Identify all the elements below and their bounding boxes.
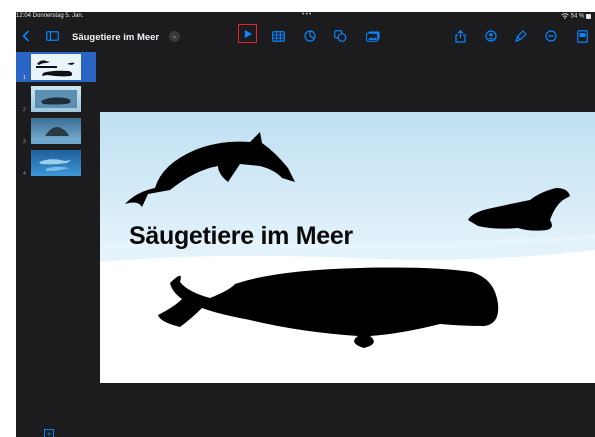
slide-number: 2 <box>23 107 26 113</box>
slide-number: 4 <box>23 171 26 177</box>
chart-icon[interactable] <box>302 26 318 46</box>
slide-navigator: 1 2 3 4 + <box>16 50 96 437</box>
whale-photo-thumb <box>31 86 81 112</box>
slide-thumbnail-3[interactable]: 3 <box>16 116 96 146</box>
slide-title[interactable]: Säugetiere im Meer <box>129 222 353 251</box>
play-icon <box>244 29 252 38</box>
status-time: 12:04 Donnerstag 5. Jan. <box>16 13 84 19</box>
shapes-icon[interactable] <box>332 26 348 46</box>
title-slide-thumb <box>31 54 81 80</box>
more-icon[interactable] <box>543 26 559 46</box>
collaborate-icon[interactable] <box>483 26 499 46</box>
format-brush-icon[interactable] <box>513 26 529 46</box>
status-bar: 12:04 Donnerstag 5. Jan. ••• 54 % <box>16 12 595 22</box>
battery-percent: 54 % <box>570 13 585 20</box>
sidebar-toggle-icon[interactable] <box>44 26 60 46</box>
battery-indicator: 54 % <box>561 13 591 20</box>
slide-thumbnail-1[interactable]: 1 <box>16 52 96 82</box>
add-slide-icon[interactable]: + <box>44 429 54 437</box>
ipad-screen: 12:04 Donnerstag 5. Jan. ••• 54 % Säuget… <box>16 12 595 437</box>
seal-photo-thumb <box>31 118 81 144</box>
media-icon[interactable] <box>364 26 382 46</box>
slide-number: 3 <box>23 139 26 145</box>
title-menu-chevron-icon[interactable]: ⌄ <box>169 31 180 42</box>
slide-1[interactable]: Säugetiere im Meer <box>100 112 595 383</box>
slide-thumbnail-2[interactable]: 2 <box>16 84 96 114</box>
slide-canvas: Säugetiere im Meer <box>96 50 595 437</box>
back-chevron-icon[interactable] <box>20 26 32 46</box>
presenter-icon[interactable] <box>574 26 590 46</box>
share-icon[interactable] <box>452 26 468 46</box>
play-button[interactable] <box>238 24 257 43</box>
toolbar: Säugetiere im Meer ⌄ <box>16 22 595 50</box>
screenshot-frame: 12:04 Donnerstag 5. Jan. ••• 54 % Säuget… <box>0 0 595 437</box>
slide-number: 1 <box>23 75 26 81</box>
document-title[interactable]: Säugetiere im Meer <box>72 32 159 43</box>
battery-icon <box>586 13 591 19</box>
table-icon[interactable] <box>270 26 286 46</box>
dolphin-photo-thumb <box>31 150 81 176</box>
multitasking-dots-icon[interactable]: ••• <box>302 12 312 18</box>
slide-thumbnail-4[interactable]: 4 <box>16 148 96 178</box>
